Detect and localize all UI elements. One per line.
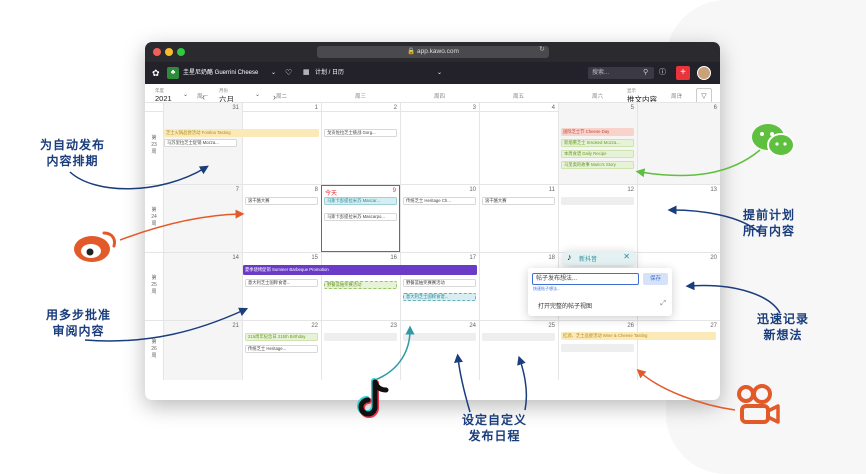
weekday-header: 周一: [196, 94, 208, 100]
event-cheese-race[interactable]: 滚干酪大赛: [245, 197, 318, 205]
week-label: 第 25 周: [151, 275, 157, 295]
today-label: 今天: [325, 191, 338, 197]
week-row: 第 23 周 31 1 2 3 4 5 6 芝士火锅品尝活动 Fontina Tas…: [145, 102, 720, 184]
event-picnic[interactable]: 野餐篮抽奖赛活动: [324, 281, 397, 289]
brand-name[interactable]: 圭星尼奶酪 Guerrini Cheese: [183, 62, 258, 84]
weekday-header: 周日: [670, 94, 682, 100]
view-name[interactable]: 计划 / 日历: [315, 62, 344, 84]
event-wine[interactable]: 红酒、芝士品尝活动 Wine & Cheese Tasting: [561, 332, 716, 340]
day-cell[interactable]: 12: [558, 185, 637, 252]
search-icon[interactable]: ⚲: [643, 62, 648, 84]
event-picnic[interactable]: 野餐篮抽奖赛赛活动: [403, 279, 476, 287]
empty-slot[interactable]: [403, 333, 476, 341]
weekday-header: 周三: [354, 94, 366, 100]
day-cell[interactable]: 13: [637, 185, 720, 252]
callout-auto-schedule: 为自动发布 内容排期: [40, 138, 106, 168]
wechat-icon: [752, 124, 795, 157]
day-cell[interactable]: 24: [400, 321, 479, 380]
event-bbq[interactable]: 夏季烧烤促销 Summer Barbeque Promotion: [243, 265, 477, 275]
day-cell[interactable]: 11: [479, 185, 558, 252]
minimize-dot[interactable]: [165, 48, 173, 56]
empty-slot[interactable]: [561, 344, 634, 352]
brand-avatar: ♣: [167, 67, 179, 79]
lock-icon: 🔒: [407, 48, 417, 55]
app-header: ✿ ♣ 圭星尼奶酪 Guerrini Cheese ⌄ ♡ ▦ 计划 / 日历 …: [145, 62, 720, 84]
day-cell[interactable]: 23: [321, 321, 400, 380]
callout-quick-record: 迅速记录 新想法: [757, 312, 810, 342]
reload-icon[interactable]: ↻: [539, 45, 545, 53]
week-label: 第 23 周: [151, 135, 157, 155]
save-button[interactable]: 保存: [643, 273, 668, 285]
event-heritage[interactable]: 传统芝士 Heritage...: [245, 345, 318, 353]
event-gorg[interactable]: 戈贡佐拉芝士挑战 Gorg...: [324, 129, 397, 137]
expand-icon[interactable]: ⤢: [660, 300, 666, 308]
event-daily-recipe[interactable]: 本周食谱 Daily Recipe: [561, 150, 634, 158]
bell-icon[interactable]: ♡: [285, 62, 292, 84]
weekday-header: 周五: [512, 94, 524, 100]
quick-post-input[interactable]: 帖子发布想法...: [532, 273, 639, 285]
kuaishou-icon: [737, 384, 780, 424]
callout-custom-schedule: 设定自定义 发布日程: [462, 413, 528, 443]
douyin-chip[interactable]: ♪ 新抖音 ✕: [563, 251, 635, 265]
quick-post-hint: 快速帖子想法...: [533, 286, 561, 291]
calendar-icon: ▦: [303, 69, 310, 76]
empty-slot[interactable]: [482, 333, 555, 341]
close-dot[interactable]: [153, 48, 161, 56]
weibo-icon: [74, 231, 116, 262]
chevron-down-icon[interactable]: ⌄: [271, 62, 276, 84]
browser-chrome: 🔒 app.kawo.com ↻: [145, 42, 720, 62]
weekday-header: 周六: [591, 94, 603, 100]
week-label: 第 26 周: [151, 339, 157, 359]
tiktok-icon: [357, 378, 389, 418]
address-bar[interactable]: 🔒 app.kawo.com: [317, 46, 549, 58]
event-heritage[interactable]: 传统芝士 Heritage Ch...: [403, 197, 476, 205]
close-icon[interactable]: ✕: [623, 252, 630, 261]
event-cheese-day[interactable]: 国际芝士节 Cheese Day: [561, 128, 634, 136]
event-mascar[interactable]: 马斯卡彭提拉米苏 Mascar...: [324, 197, 397, 205]
day-cell[interactable]: 3: [400, 103, 479, 184]
callout-plan-ahead: 提前计划 所有内容: [743, 208, 796, 238]
event-birthday[interactable]: 215周年纪念日 215th Birthday: [245, 333, 318, 341]
kawo-logo-icon[interactable]: ✿: [152, 62, 160, 84]
day-cell[interactable]: 27: [637, 321, 720, 380]
calendar-grid: 第 23 周 31 1 2 3 4 5 6 芝士火锅品尝活动 Fontina Tas…: [145, 102, 720, 380]
week-row: 第 24 周 7 8 今天 9 10 11 12 13 滚干酪大赛 马斯卡彭提拉米苏…: [145, 184, 720, 252]
help-icon[interactable]: ⓘ: [659, 62, 666, 84]
day-cell[interactable]: 8: [242, 185, 321, 252]
event-italy-series[interactable]: 意大利芝士国粹食谱...: [245, 279, 318, 287]
weekday-header: 周二: [275, 94, 287, 100]
event-italy-series[interactable]: 意大利芝士国粹食谱...: [403, 293, 476, 301]
day-cell[interactable]: 2: [321, 103, 400, 184]
open-full-view-link[interactable]: 打开完整的帖子视图: [538, 301, 592, 310]
event-mozza[interactable]: 马苏里拉芝士促销 Mozza...: [164, 139, 237, 147]
douyin-icon: ♪: [567, 252, 572, 262]
weekday-header: 周四: [433, 94, 445, 100]
empty-slot[interactable]: [324, 333, 397, 341]
quick-post-popup: 帖子发布想法... 保存 快速帖子想法... 打开完整的帖子视图 ⤢: [528, 268, 672, 316]
maximize-dot[interactable]: [177, 48, 185, 56]
week-row: 第 26 周 21 22 23 24 25 26 27 215周年纪念日 215th…: [145, 320, 720, 380]
day-cell[interactable]: 6: [637, 103, 720, 184]
user-avatar[interactable]: [697, 66, 711, 80]
event-mario[interactable]: 马里奥的故事 Mario's Story: [561, 161, 634, 169]
event-cheese-race[interactable]: 滚干酪大赛: [482, 197, 555, 205]
event-fontina[interactable]: 芝士火锅品尝活动 Fontina Tasting: [164, 129, 319, 137]
day-cell[interactable]: 1: [242, 103, 321, 184]
day-cell[interactable]: 4: [479, 103, 558, 184]
view-chevron-icon[interactable]: ⌄: [437, 62, 442, 84]
day-cell[interactable]: 21: [163, 321, 242, 380]
day-cell[interactable]: 10: [400, 185, 479, 252]
day-cell[interactable]: 14: [163, 253, 242, 320]
empty-slot[interactable]: [561, 197, 634, 205]
callout-approval: 用多步批准 审阅内容: [46, 308, 112, 338]
event-smoked[interactable]: 新烟熏芝士 Smoked Mozza...: [561, 139, 634, 147]
week-label: 第 24 周: [151, 207, 157, 227]
day-cell[interactable]: 25: [479, 321, 558, 380]
add-post-button[interactable]: +: [676, 66, 690, 80]
browser-window: 🔒 app.kawo.com ↻ ✿ ♣ 圭星尼奶酪 Guerrini Chee…: [145, 42, 720, 400]
event-mascar[interactable]: 马斯卡彭提拉米苏 Mascarpo...: [324, 213, 397, 221]
day-cell[interactable]: 7: [163, 185, 242, 252]
